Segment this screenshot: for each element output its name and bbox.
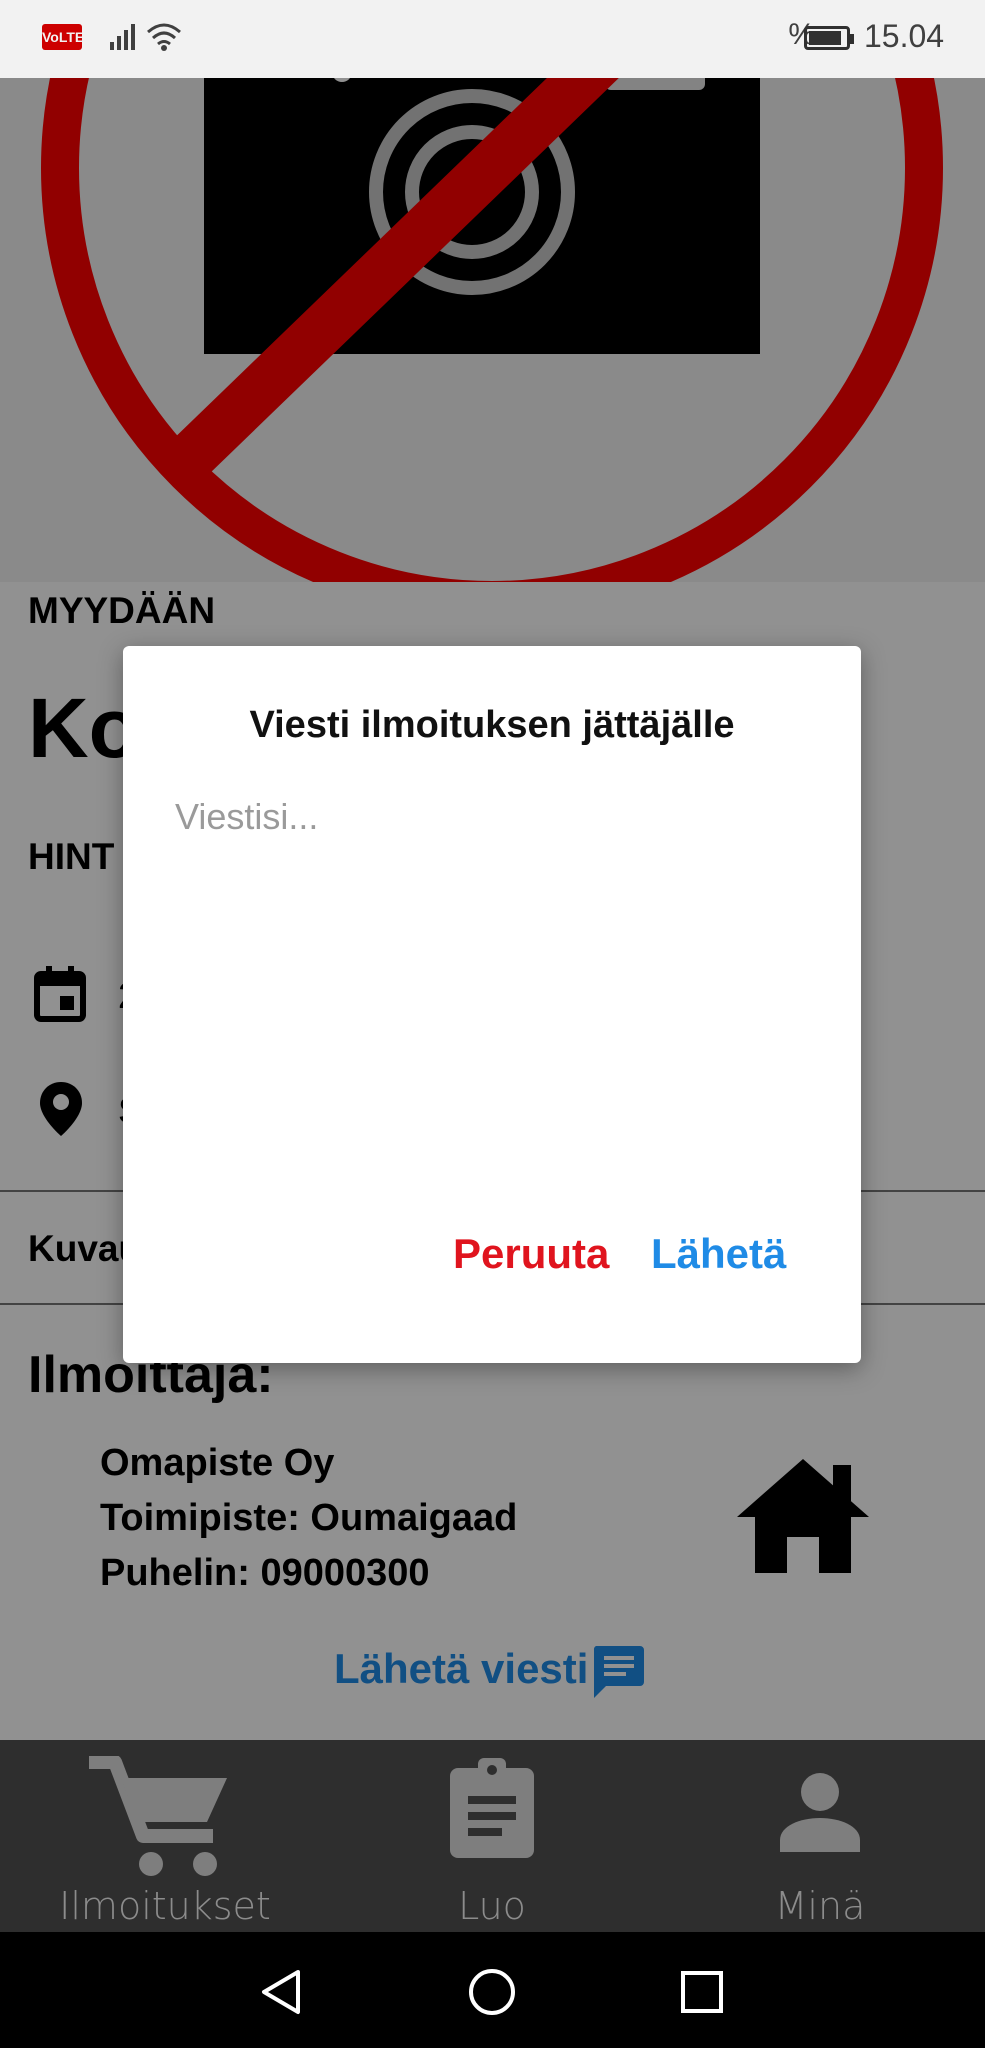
bottom-navigation: Ilmoitukset Luo Minä	[0, 1740, 985, 1932]
send-button[interactable]: Lähetä	[651, 1230, 786, 1278]
home-button-icon[interactable]	[468, 1968, 516, 2016]
nav-label-create: Luo	[458, 1884, 526, 1928]
dialog-title: Viesti ilmoituksen jättäjälle	[249, 704, 735, 746]
message-dialog: Viesti ilmoituksen jättäjälle Peruuta Lä…	[123, 646, 861, 1363]
clipboard-icon	[450, 1758, 534, 1858]
system-navigation-bar	[0, 1932, 985, 2048]
nav-label-me: Minä	[774, 1884, 866, 1928]
cancel-button[interactable]: Peruuta	[453, 1230, 609, 1278]
status-bar-scrim	[0, 0, 985, 78]
nav-item-create[interactable]: Luo	[342, 1740, 642, 1932]
recents-icon[interactable]	[680, 1970, 724, 2014]
message-input[interactable]	[175, 796, 805, 1096]
nav-label-listings: Ilmoitukset	[59, 1884, 271, 1928]
back-icon[interactable]	[258, 1968, 304, 2016]
person-icon	[780, 1773, 860, 1852]
nav-item-me[interactable]: Minä	[670, 1740, 970, 1932]
nav-item-listings[interactable]: Ilmoitukset	[15, 1740, 315, 1932]
cart-icon	[89, 1756, 227, 1876]
